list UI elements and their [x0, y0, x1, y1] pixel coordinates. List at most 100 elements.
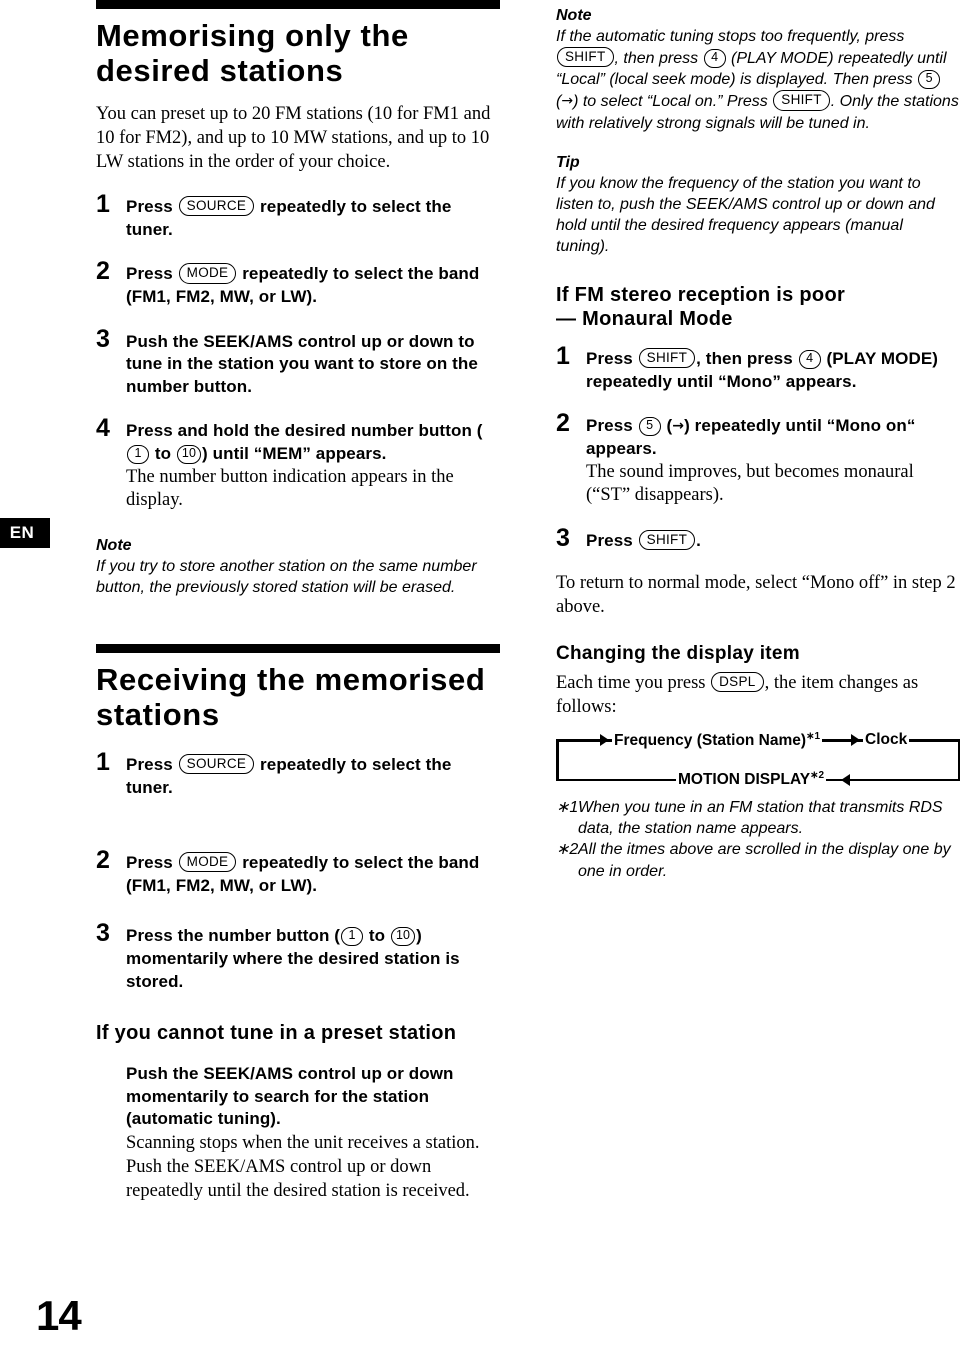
step-text: Press SOURCE repeatedly to select the tu… — [126, 753, 500, 799]
step-text-pre: Press the number button ( — [126, 926, 341, 946]
shift-button-glyph[interactable]: SHIFT — [638, 348, 696, 369]
flow-arrow-to-motion-display — [841, 773, 850, 786]
step-item: 1 Press SOURCE repeatedly to select the … — [96, 192, 500, 241]
footnote-marker-1: ∗1 — [806, 731, 821, 743]
number-button-10-glyph[interactable]: 10 — [390, 927, 416, 947]
step-text: Press 5 (→) repeatedly until “Mono on“ a… — [586, 415, 960, 460]
footnote-text: All the itmes above are scrolled in the … — [578, 841, 951, 880]
language-tab-label: EN — [9, 523, 35, 542]
section-display-item: Changing the display item Each time you … — [556, 643, 960, 881]
step-detail: The number button indication appears in … — [126, 466, 454, 511]
section-heading: Changing the display item — [556, 643, 800, 665]
note-label: Note — [556, 7, 592, 24]
note-text: If you try to store another station on t… — [96, 557, 477, 596]
step-text-pre: Press — [586, 530, 633, 550]
step-text-post: . — [696, 530, 701, 550]
number-button-5-glyph[interactable]: 5 — [638, 417, 661, 437]
note-block: Note If you try to store another station… — [96, 535, 500, 598]
step-text: Press MODE repeatedly to select the band… — [126, 263, 500, 308]
step-text-pre: Press — [126, 197, 173, 217]
section-heading-line2: — Monaural Mode — [556, 308, 733, 331]
subsection-detail: Scanning stops when the unit receives a … — [126, 1133, 480, 1202]
step-number: 1 — [96, 190, 110, 219]
number-button-1-glyph[interactable]: 1 — [341, 927, 364, 947]
section-intro: You can preset up to 20 FM stations (10 … — [96, 104, 491, 173]
step-number: 3 — [96, 324, 110, 353]
step-number: 3 — [96, 919, 110, 948]
source-button-glyph[interactable]: SOURCE — [178, 753, 255, 775]
note-text-part: , then press — [614, 50, 699, 68]
note-text-part: If the automatic tuning stops too freque… — [556, 28, 905, 46]
step-number: 1 — [96, 747, 110, 776]
step-text-post: ) until “MEM” appears. — [202, 444, 387, 464]
section-rule — [96, 0, 500, 9]
mode-button-glyph[interactable]: MODE — [178, 852, 237, 873]
step-number: 3 — [556, 523, 570, 552]
note-block: Note If the automatic tuning stops too f… — [556, 5, 960, 134]
flow-node-frequency: Frequency (Station Name)∗1 — [612, 731, 823, 751]
step-number: 2 — [96, 846, 110, 875]
shift-button-glyph[interactable]: SHIFT — [557, 47, 614, 68]
footnotes: ∗1 When you tune in an FM station that t… — [556, 797, 960, 881]
flow-node-frequency-label: Frequency (Station Name) — [614, 732, 807, 750]
mode-button-glyph[interactable]: MODE — [178, 263, 237, 284]
step-item: 4 Press and hold the desired number butt… — [96, 416, 500, 512]
subsection-heading: If you cannot tune in a preset station — [96, 1022, 457, 1045]
step-text-pre: Press — [126, 264, 173, 284]
tip-label: Tip — [556, 153, 580, 171]
number-button-4-glyph[interactable]: 4 — [703, 49, 726, 68]
footnote-item: ∗2 All the itmes above are scrolled in t… — [556, 839, 960, 881]
subsection-bold-text: Push the SEEK/AMS control up or down mom… — [126, 1064, 454, 1129]
step-text-pre: Press — [586, 416, 633, 436]
number-button-4-glyph[interactable]: 4 — [798, 350, 821, 369]
step-text-post: ) repeatedly until “Mono on“ appears. — [586, 416, 916, 459]
section-receiving: Receiving the memorised stations 1 Press… — [96, 643, 500, 1203]
flow-arrow-to-frequency — [600, 734, 609, 747]
language-tab: EN — [0, 518, 50, 548]
flow-node-motion-display-label: MOTION DISPLAY — [678, 771, 811, 789]
shift-button-glyph[interactable]: SHIFT — [638, 529, 696, 550]
display-cycle-diagram: Frequency (Station Name)∗1 Clock MOTION … — [556, 723, 960, 790]
step-text-pre: Press — [586, 349, 633, 369]
step-text-pre: Press — [126, 754, 173, 774]
tip-text: If you know the frequency of the station… — [556, 174, 935, 256]
subsection-body: Push the SEEK/AMS control up or down mom… — [126, 1063, 500, 1203]
manual-page: EN 14 Memorising only the desired statio… — [0, 0, 960, 1363]
subsection-cannot-tune: If you cannot tune in a preset station P… — [96, 1021, 500, 1203]
number-button-1-glyph[interactable]: 1 — [127, 445, 149, 464]
step-number: 2 — [96, 257, 110, 286]
dspl-button-glyph[interactable]: DSPL — [711, 672, 764, 693]
number-button-10-glyph[interactable]: 10 — [176, 445, 202, 464]
section-heading: Receiving the memorised stations — [96, 661, 486, 732]
step-text: Press and hold the desired number button… — [126, 420, 500, 465]
step-item: 2 Press MODE repeatedly to select the ba… — [96, 848, 500, 897]
right-arrow-icon: → — [561, 93, 574, 110]
step-detail: The sound improves, but becomes monaural… — [586, 461, 914, 506]
step-text: Press SOURCE repeatedly to select the tu… — [126, 196, 500, 241]
note-label: Note — [96, 536, 132, 554]
step-text-post: repeatedly to select the tuner. — [126, 197, 452, 239]
step-item: 3 Press the number button (1 to 10) mome… — [96, 921, 500, 993]
footnote-marker: ∗2 — [556, 841, 579, 859]
step-text: Press MODE repeatedly to select the band… — [126, 852, 500, 897]
step-number: 2 — [556, 409, 570, 438]
step-item: 3 Press SHIFT. — [556, 525, 960, 553]
section-heading: Memorising only the desired stations — [96, 18, 409, 89]
step-item: 1 Press SOURCE repeatedly to select the … — [96, 749, 500, 799]
flow-arrow-to-clock — [851, 734, 860, 747]
step-item: 2 Press MODE repeatedly to select the ba… — [96, 259, 500, 308]
tip-block: Tip If you know the frequency of the sta… — [556, 152, 960, 258]
section-heading-line1: If FM stereo reception is poor — [556, 284, 846, 307]
display-item-intro: Each time you press DSPL, the item chang… — [556, 671, 960, 719]
footnote-marker-2: ∗2 — [810, 770, 825, 782]
step-item: 1 Press SHIFT, then press 4 (PLAY MODE) … — [556, 344, 960, 393]
page-number: 14 — [36, 1292, 82, 1339]
number-button-5-glyph[interactable]: 5 — [918, 70, 941, 89]
section-monaural-mode: If FM stereo reception is poor — Monaura… — [556, 283, 960, 619]
step-text-mid: to — [368, 926, 386, 946]
step-text-pre: Press — [126, 853, 173, 873]
source-button-glyph[interactable]: SOURCE — [178, 196, 255, 217]
shift-button-glyph[interactable]: SHIFT — [773, 90, 830, 111]
footnote-marker: ∗1 — [556, 799, 579, 817]
step-text: Press SHIFT, then press 4 (PLAY MODE) re… — [586, 348, 960, 393]
